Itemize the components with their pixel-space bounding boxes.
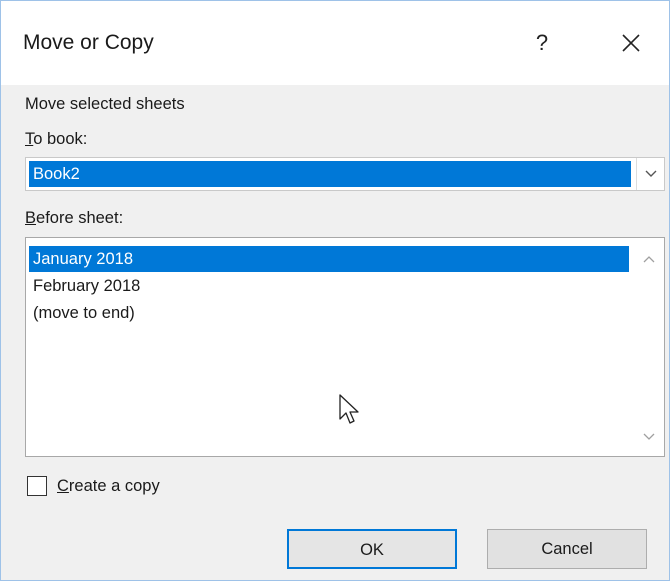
create-copy-label-text: reate a copy [68,477,160,495]
before-sheet-label: Before sheet: [25,209,123,228]
close-button[interactable] [613,25,649,61]
ok-button[interactable]: OK [287,529,457,569]
move-or-copy-dialog: Move or Copy ? Move selected sheets To b… [0,0,670,581]
list-item[interactable]: February 2018 [29,273,629,299]
create-copy-label[interactable]: Create a copy [57,477,160,496]
create-copy-label-accelerator: C [57,477,69,495]
to-book-label-text: o book: [33,130,88,148]
help-button[interactable]: ? [527,25,557,61]
dropdown-arrow-button[interactable] [636,158,664,190]
before-sheet-label-accelerator: B [25,209,37,227]
close-icon [622,34,640,52]
create-copy-checkbox[interactable] [27,476,47,496]
title-bar: Move or Copy ? [1,1,669,85]
scroll-up-button[interactable] [634,244,664,274]
to-book-label: To book: [25,130,87,149]
move-selected-sheets-label: Move selected sheets [25,95,185,113]
list-scrollbar[interactable] [634,238,664,456]
chevron-down-icon [643,433,655,440]
mouse-pointer-icon [339,394,359,424]
to-book-dropdown[interactable]: Book2 [25,157,665,191]
to-book-label-accelerator: T [25,130,34,148]
dialog-title: Move or Copy [23,31,154,54]
cancel-button[interactable]: Cancel [487,529,647,569]
to-book-selected-value: Book2 [29,161,631,187]
list-item[interactable]: (move to end) [29,300,629,326]
list-item[interactable]: January 2018 [29,246,629,272]
before-sheet-label-text: efore sheet: [36,209,124,227]
chevron-down-icon [645,170,656,177]
chevron-up-icon [643,256,655,263]
scroll-down-button[interactable] [634,422,664,452]
